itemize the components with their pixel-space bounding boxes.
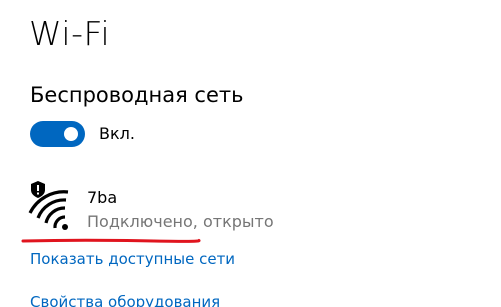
red-annotation-underline — [21, 238, 201, 243]
page-title: Wi-Fi — [29, 14, 111, 53]
wifi-shield-icon — [28, 181, 69, 230]
wifi-settings-page: Wi-Fi Беспроводная сеть Вкл. 7ba Подключ… — [0, 0, 501, 307]
show-available-networks-link[interactable]: Показать доступные сети — [30, 248, 235, 270]
hardware-properties-link[interactable]: Свойства оборудования — [30, 291, 220, 307]
wifi-toggle[interactable] — [30, 121, 85, 147]
wifi-toggle-state-label: Вкл. — [99, 124, 135, 143]
toggle-knob — [64, 127, 78, 141]
network-status: Подключено, открыто — [87, 212, 274, 231]
wireless-network-heading: Беспроводная сеть — [30, 83, 244, 107]
network-name: 7ba — [87, 188, 118, 207]
connected-network-item[interactable]: 7ba Подключено, открыто — [28, 180, 328, 236]
